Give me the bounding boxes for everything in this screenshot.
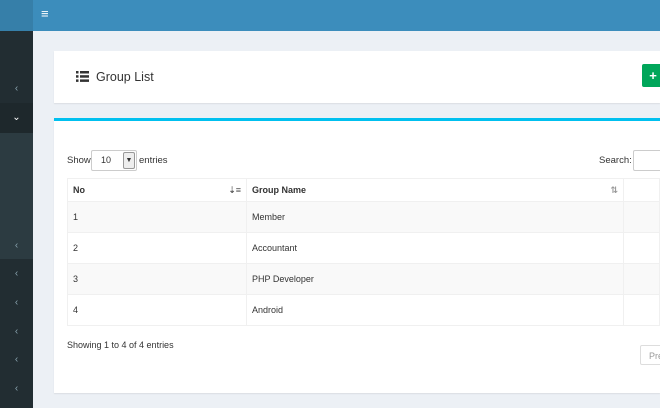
cell-group-name: PHP Developer (246, 263, 624, 295)
page-length-select[interactable]: 10 ▼ (91, 150, 137, 171)
hamburger-icon[interactable]: ≡ (41, 6, 49, 22)
cell-group-name: Accountant (246, 232, 624, 264)
cell-extra (623, 294, 660, 326)
column-header-extra (623, 178, 660, 202)
chevron-left-icon[interactable]: ‹ (0, 240, 33, 252)
chevron-left-icon[interactable]: ‹ (0, 83, 33, 95)
cell-no: 3 (67, 263, 247, 295)
chevron-down-icon: ▼ (123, 152, 135, 169)
table-info: Showing 1 to 4 of 4 entries (67, 340, 174, 350)
cell-group-name: Member (246, 201, 624, 233)
entries-label: entries (139, 155, 168, 166)
column-header-group-name[interactable]: Group Name ⇅ (246, 178, 624, 202)
page-title: Group List (96, 70, 154, 84)
group-list-box: Show 10 ▼ entries Search: No ⇣≡ Group Na… (54, 118, 660, 393)
chevron-left-icon[interactable]: ‹ (0, 268, 33, 280)
cell-no: 4 (67, 294, 247, 326)
column-header-no[interactable]: No ⇣≡ (67, 178, 247, 202)
chevron-left-icon[interactable]: ‹ (0, 297, 33, 309)
chevron-down-icon[interactable]: ⌄ (0, 112, 33, 124)
cell-extra (623, 263, 660, 295)
group-table: No ⇣≡ Group Name ⇅ 1 Member 2 Accountant (67, 178, 660, 326)
list-icon (76, 71, 89, 82)
chevron-left-icon[interactable]: ‹ (0, 383, 33, 395)
sort-ascending-icon: ⇣≡ (228, 185, 241, 195)
previous-page-button[interactable]: Previous (640, 345, 660, 365)
page-header-box: Group List + (54, 51, 660, 103)
chevron-left-icon[interactable]: ‹ (0, 354, 33, 366)
table-row[interactable]: 3 PHP Developer (67, 263, 660, 295)
search-input[interactable] (633, 150, 660, 171)
cell-extra (623, 232, 660, 264)
top-navbar: ≡ (0, 0, 660, 31)
chevron-left-icon[interactable]: ‹ (0, 326, 33, 338)
table-row[interactable]: 4 Android (67, 294, 660, 326)
column-header-label: Group Name (252, 185, 307, 195)
sidebar: ‹ ⌄ ‹ ‹ ‹ ‹ ‹ ‹ (0, 31, 33, 408)
cell-group-name: Android (246, 294, 624, 326)
cell-no: 1 (67, 201, 247, 233)
search-label: Search: (599, 155, 632, 166)
sort-icon: ⇅ (610, 185, 618, 195)
page-length-value: 10 (101, 155, 112, 165)
table-row[interactable]: 1 Member (67, 201, 660, 233)
cell-no: 2 (67, 232, 247, 264)
show-label: Show (67, 155, 91, 166)
logo-area[interactable] (0, 0, 33, 31)
table-header-row: No ⇣≡ Group Name ⇅ (67, 178, 660, 202)
cell-extra (623, 201, 660, 233)
table-row[interactable]: 2 Accountant (67, 232, 660, 264)
column-header-label: No (73, 185, 85, 195)
add-group-button[interactable]: + (642, 64, 660, 87)
